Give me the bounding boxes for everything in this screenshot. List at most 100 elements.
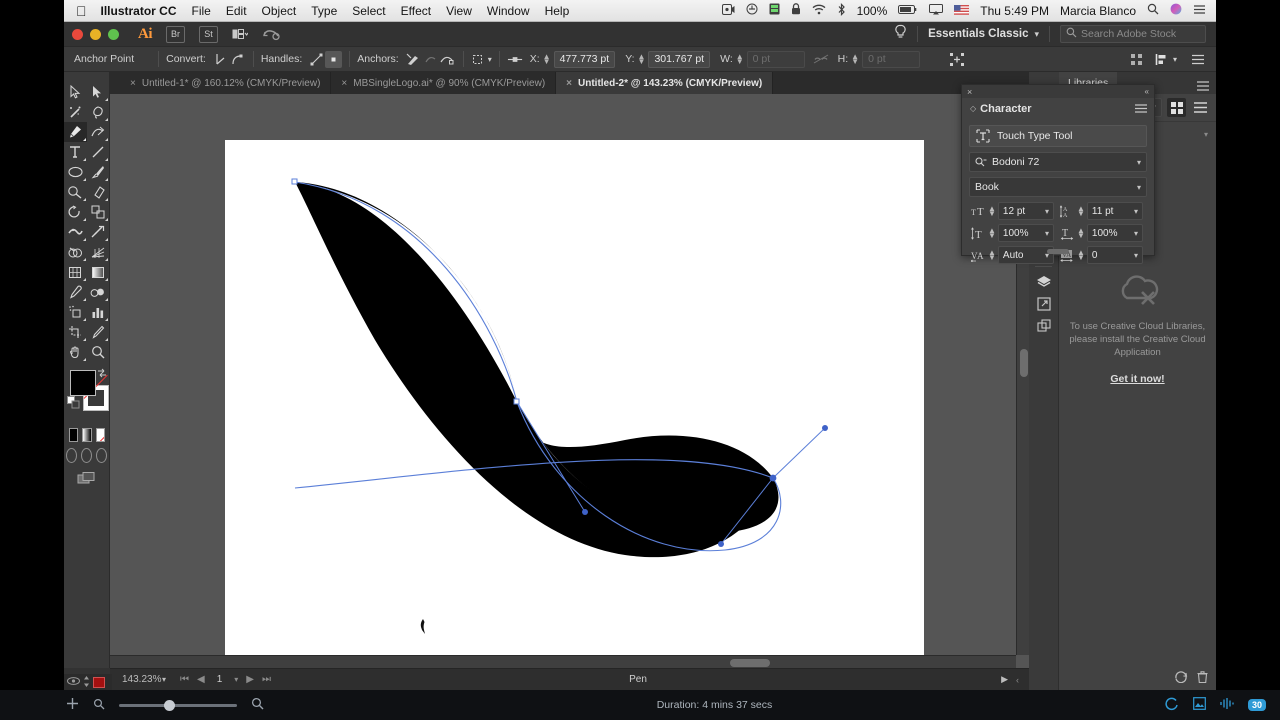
chevron-down-icon[interactable]: ▾ xyxy=(162,675,166,684)
screen-record-icon[interactable] xyxy=(722,4,735,18)
column-graph-tool-icon[interactable] xyxy=(87,302,110,322)
vertical-scale-field[interactable]: T ▲▼ 100% ▾ xyxy=(969,224,1058,242)
shaper-tool-icon[interactable] xyxy=(64,182,87,202)
export-panel-icon[interactable] xyxy=(1029,293,1059,315)
stepper-icon[interactable]: ▲▼ xyxy=(988,228,996,238)
layers-panel-icon[interactable] xyxy=(1029,271,1059,293)
menu-app-name[interactable]: Illustrator CC xyxy=(101,4,177,18)
battery-charging-icon[interactable] xyxy=(898,4,918,18)
direct-selection-tool-icon[interactable] xyxy=(87,82,110,102)
menu-help[interactable]: Help xyxy=(545,4,570,18)
menu-effect[interactable]: Effect xyxy=(401,4,431,18)
eraser-tool-icon[interactable] xyxy=(87,182,110,202)
character-panel-titlebar[interactable]: × « xyxy=(962,85,1154,98)
y-field[interactable]: ▲▼ 301.767 pt xyxy=(638,51,711,68)
user-name-label[interactable]: Marcia Blanco xyxy=(1060,4,1136,18)
airplay-icon[interactable] xyxy=(929,4,943,18)
stepper-icon[interactable]: ▲▼ xyxy=(988,206,996,216)
symbol-sprayer-tool-icon[interactable] xyxy=(64,302,87,322)
touch-type-tool-button[interactable]: Touch Type Tool xyxy=(969,125,1147,147)
character-panel-tab[interactable]: ◇ Character xyxy=(962,98,1154,119)
sync-settings-icon[interactable] xyxy=(262,27,280,41)
stepper-icon[interactable]: ▲▼ xyxy=(1077,250,1085,260)
magic-wand-tool-icon[interactable] xyxy=(64,102,87,122)
panel-menu-icon[interactable] xyxy=(1135,100,1147,118)
clock-label[interactable]: Thu 5:49 PM xyxy=(980,4,1049,18)
artboards-panel-icon[interactable] xyxy=(1029,315,1059,337)
grid-view-icon[interactable] xyxy=(1167,98,1186,117)
eyedropper-tool-icon[interactable] xyxy=(64,282,87,302)
font-style-select[interactable]: Book ▾ xyxy=(969,177,1147,197)
add-icon[interactable] xyxy=(66,697,79,713)
free-transform-tool-icon[interactable] xyxy=(87,222,110,242)
canvas-horizontal-scrollbar[interactable] xyxy=(110,655,1016,668)
spotlight-search-icon[interactable] xyxy=(1147,3,1159,18)
perspective-grid-tool-icon[interactable] xyxy=(87,242,110,262)
chevron-down-icon[interactable]: ▾ xyxy=(1134,207,1138,216)
status-menu-icon[interactable]: ‹ xyxy=(1016,675,1019,685)
align-panel-icon[interactable] xyxy=(1128,51,1145,68)
zoom-out-icon[interactable] xyxy=(93,698,105,713)
get-it-now-link[interactable]: Get it now! xyxy=(1059,373,1216,386)
chevron-down-icon[interactable]: ▾ xyxy=(488,55,492,64)
zoom-level-value[interactable]: 143.23% xyxy=(110,674,162,685)
rotate-tool-icon[interactable] xyxy=(64,202,87,222)
close-window-button[interactable] xyxy=(72,29,83,40)
tools-panel-grip[interactable] xyxy=(64,72,109,82)
chevron-down-icon[interactable]: ▾ xyxy=(1045,229,1049,238)
leading-value[interactable]: 11 pt ▾ xyxy=(1087,202,1143,220)
blend-tool-icon[interactable] xyxy=(87,282,110,302)
none-icon[interactable] xyxy=(96,428,105,442)
draw-behind-icon[interactable] xyxy=(81,448,92,463)
change-screen-mode-icon[interactable] xyxy=(64,471,109,485)
w-field[interactable]: ▲▼ 0 pt xyxy=(736,51,805,68)
transform-icon[interactable] xyxy=(948,51,965,68)
stepper-icon[interactable]: ▲▼ xyxy=(1077,228,1085,238)
selection-tool-icon[interactable] xyxy=(64,82,87,102)
menu-edit[interactable]: Edit xyxy=(226,4,247,18)
lasso-tool-icon[interactable] xyxy=(87,102,110,122)
artboard-number[interactable]: 1 xyxy=(213,674,227,685)
chevron-down-icon[interactable]: ▾ xyxy=(1134,229,1138,238)
link-dimensions-icon[interactable] xyxy=(813,51,830,68)
anchor-reference-icon[interactable] xyxy=(507,51,524,68)
preview-eye-icon[interactable] xyxy=(67,677,80,687)
horizontal-scale-field[interactable]: T ▲▼ 100% ▾ xyxy=(1058,224,1147,242)
adobe-stock-search[interactable]: Search Adobe Stock xyxy=(1060,25,1206,43)
hand-tool-icon[interactable] xyxy=(64,342,87,362)
ellipse-tool-icon[interactable] xyxy=(64,162,87,182)
artboard[interactable] xyxy=(225,140,924,694)
kerning-field[interactable]: VA ▲▼ Auto ▾ xyxy=(969,246,1058,264)
artboard-tool-icon[interactable] xyxy=(64,322,87,342)
chevron-down-icon[interactable]: ▾ xyxy=(1034,29,1039,40)
align-icon[interactable] xyxy=(471,51,488,68)
document-tab-untitled-2[interactable]: × Untitled-2* @ 143.23% (CMYK/Preview) xyxy=(556,72,773,94)
hide-handles-icon[interactable] xyxy=(325,51,342,68)
delete-icon[interactable] xyxy=(1197,670,1208,688)
collapse-icon[interactable]: « xyxy=(1145,87,1149,96)
h-value[interactable]: 0 pt xyxy=(862,51,920,68)
swap-fill-stroke-icon[interactable] xyxy=(97,368,107,380)
chevron-down-icon[interactable]: ▾ xyxy=(1173,55,1177,64)
font-size-field[interactable]: TT ▲▼ 12 pt ▾ xyxy=(969,202,1058,220)
connect-anchors-icon[interactable] xyxy=(422,51,439,68)
character-panel-resize-grip[interactable] xyxy=(1047,249,1069,254)
options-menu-icon[interactable] xyxy=(1189,51,1206,68)
battery-green-icon[interactable] xyxy=(769,3,780,18)
lock-icon[interactable] xyxy=(791,3,801,18)
convert-to-smooth-icon[interactable] xyxy=(229,51,246,68)
next-artboard-icon[interactable]: ▶ xyxy=(246,674,254,685)
maximize-window-button[interactable] xyxy=(108,29,119,40)
wifi-icon[interactable] xyxy=(812,4,826,18)
scale-tool-icon[interactable] xyxy=(87,202,110,222)
audio-waveform-icon[interactable] xyxy=(1220,697,1234,713)
handle-endpoint-3[interactable] xyxy=(718,541,724,547)
menu-object[interactable]: Object xyxy=(262,4,297,18)
font-size-value[interactable]: 12 pt ▾ xyxy=(998,202,1054,220)
sync-icon[interactable] xyxy=(1174,670,1188,688)
menu-select[interactable]: Select xyxy=(352,4,385,18)
paintbrush-tool-icon[interactable] xyxy=(87,162,110,182)
lightbulb-icon[interactable] xyxy=(894,24,907,45)
document-tab-untitled-1[interactable]: × Untitled-1* @ 160.12% (CMYK/Preview) xyxy=(120,72,331,94)
close-icon[interactable]: × xyxy=(566,78,572,89)
